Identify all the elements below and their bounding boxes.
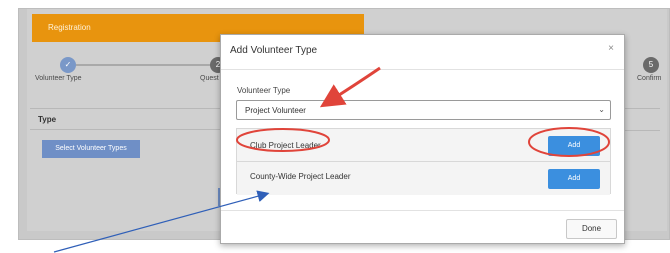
step-1-label: Volunteer Type bbox=[35, 75, 82, 82]
modal-header-divider bbox=[221, 69, 624, 70]
close-icon[interactable]: × bbox=[608, 43, 614, 54]
registration-tab-label: Registration bbox=[48, 23, 91, 32]
chevron-down-icon: ⌄ bbox=[598, 105, 605, 114]
list-item: County-Wide Project Leader Add bbox=[237, 162, 610, 195]
done-button[interactable]: Done bbox=[566, 219, 617, 239]
step-5-badge: 5 bbox=[643, 57, 659, 73]
volunteer-type-label: Volunteer Type bbox=[237, 86, 291, 95]
volunteer-type-list: Club Project Leader Add County-Wide Proj… bbox=[236, 128, 611, 195]
add-county-wide-project-leader-button[interactable]: Add bbox=[548, 169, 600, 189]
step-1-check-icon: ✓ bbox=[60, 57, 76, 73]
add-volunteer-type-modal: Add Volunteer Type × Volunteer Type Proj… bbox=[220, 34, 625, 244]
select-volunteer-types-button[interactable]: Select Volunteer Types bbox=[42, 140, 140, 158]
step-5-label: Confirm bbox=[637, 75, 662, 82]
type-column-label: Type bbox=[38, 115, 57, 124]
step-connector bbox=[76, 64, 212, 66]
volunteer-type-select[interactable]: Project Volunteer ⌄ bbox=[236, 100, 611, 120]
list-item-label: Club Project Leader bbox=[250, 141, 321, 150]
type-table-header: Type bbox=[30, 108, 222, 130]
table-divider bbox=[620, 108, 660, 109]
add-club-project-leader-button[interactable]: Add bbox=[548, 136, 600, 156]
step-2-label: Quest bbox=[200, 75, 219, 82]
volunteer-type-select-value: Project Volunteer bbox=[245, 106, 306, 115]
modal-title: Add Volunteer Type bbox=[230, 45, 318, 56]
table-divider bbox=[620, 130, 660, 131]
list-item: Club Project Leader Add bbox=[237, 129, 610, 162]
modal-footer-divider bbox=[221, 210, 624, 211]
list-item-label: County-Wide Project Leader bbox=[250, 172, 351, 181]
